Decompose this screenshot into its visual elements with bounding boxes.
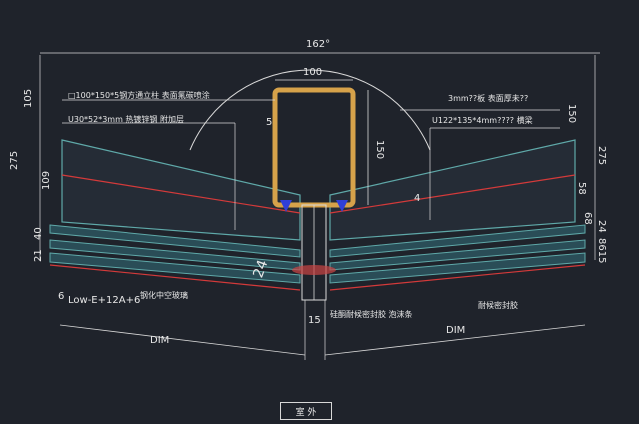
exterior-tag: 室 外: [280, 402, 332, 420]
left-dim-40: 40: [33, 227, 44, 240]
steel-tube: [272, 87, 356, 208]
left-outer-panel: [61, 139, 301, 241]
foam-rod: [292, 265, 336, 275]
left-dim-109: 109: [41, 170, 52, 190]
left-dim-21: 21: [33, 249, 44, 262]
joint-marker-label: 4: [414, 193, 421, 204]
cad-drawing: 162° 100 5 150 105 275 109 40 21 150 275…: [0, 0, 639, 424]
left-dim-label: DIM: [150, 335, 170, 346]
sealant-note: 硅酮耐候密封胶 泡沫条: [330, 310, 413, 319]
steel-tube-spec: □100*150*5钢方通立柱 表面氟碳喷涂: [68, 91, 210, 100]
tube-width-label: 100: [303, 67, 323, 78]
curtain-wall-section: [39, 52, 600, 360]
glass-spec-suffix: 钢化中空玻璃: [140, 291, 188, 300]
angle-arc: [189, 69, 431, 151]
right-sealant-note: 耐候密封胶: [478, 301, 518, 310]
angle-label: 162°: [306, 39, 331, 50]
right-dim-68: 68: [582, 212, 593, 225]
right-dim-8615: 8615: [596, 238, 607, 264]
left-profile-spec: U30*52*3mm 热镀锌钢 附加层: [68, 115, 184, 124]
glass-spec-main: Low-E+12A+6: [68, 295, 141, 306]
glass-spec-prefix: 6: [58, 291, 65, 302]
tube-wall-label: 5: [266, 117, 273, 128]
left-dim-105: 105: [23, 88, 34, 108]
right-dim-24: 24: [596, 220, 607, 233]
right-dim-label: DIM: [446, 325, 466, 336]
joint-width-label: 15: [308, 315, 321, 326]
right-dim-150: 150: [566, 104, 577, 124]
right-dim-275: 275: [596, 146, 607, 166]
right-profile-spec: U122*135*4mm???? 横梁: [432, 116, 533, 125]
tube-height-label: 150: [374, 140, 385, 160]
right-outer-panel: [329, 139, 576, 241]
right-dim-58: 58: [576, 182, 587, 195]
left-dim-275: 275: [9, 150, 20, 170]
right-thickness-note: 3mm??板 表面厚未??: [448, 94, 529, 103]
